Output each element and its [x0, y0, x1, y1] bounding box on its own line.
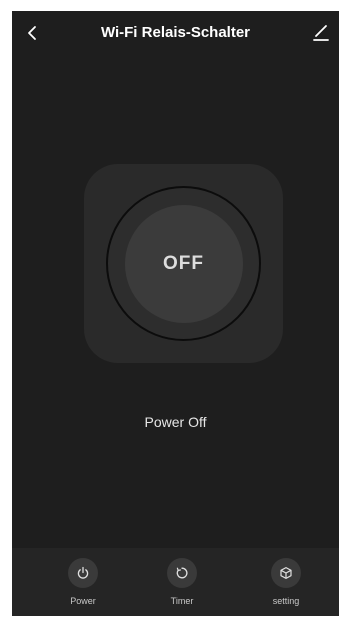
- switch-state-label: OFF: [124, 204, 243, 323]
- timer-tab-circle: [167, 558, 197, 588]
- setting-tab-label: setting: [272, 596, 300, 606]
- edit-button[interactable]: [307, 19, 335, 47]
- power-tab[interactable]: Power: [43, 558, 123, 614]
- power-icon: [77, 566, 89, 579]
- power-switch-button[interactable]: OFF: [106, 186, 261, 341]
- settings-cube-icon: [280, 567, 292, 579]
- power-tab-circle: [68, 558, 98, 588]
- back-button[interactable]: [20, 19, 44, 47]
- timer-tab[interactable]: Timer: [142, 558, 222, 614]
- power-tab-label: Power: [70, 596, 96, 606]
- switch-panel: OFF: [84, 164, 283, 363]
- timer-tab-label: Timer: [170, 596, 194, 606]
- pencil-icon: [313, 25, 329, 41]
- power-status: Power Off: [144, 414, 207, 430]
- setting-tab-circle: [271, 558, 301, 588]
- chevron-left-icon: [28, 26, 36, 40]
- timer-icon: [176, 567, 188, 579]
- bottom-bar: Power Timer setting: [12, 548, 339, 616]
- header: Wi-Fi Relais-Schalter: [12, 11, 339, 55]
- setting-tab[interactable]: setting: [246, 558, 326, 614]
- app-screen: Wi-Fi Relais-Schalter OFF Power Off Powe…: [12, 11, 339, 616]
- page-title: Wi-Fi Relais-Schalter: [100, 24, 251, 41]
